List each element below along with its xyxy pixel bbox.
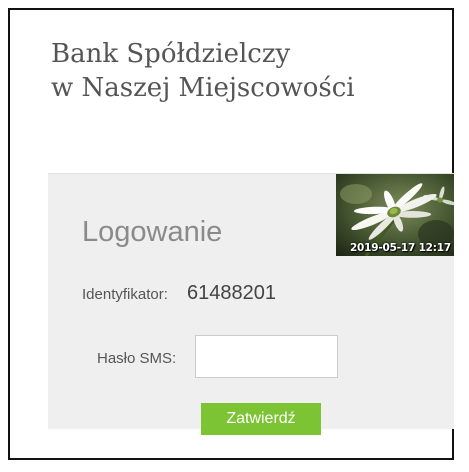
login-title: Logowanie [82, 216, 223, 248]
bank-name: Bank Spółdzielczy w Naszej Miejscowości [51, 37, 355, 105]
submit-button[interactable]: Zatwierdź [201, 403, 321, 435]
sms-password-label: Hasło SMS: [97, 350, 177, 367]
bank-name-line2: w Naszej Miejscowości [51, 73, 355, 103]
identifier-label: Identyfikator: [82, 286, 168, 303]
login-page-frame: Bank Spółdzielczy w Naszej Miejscowości [8, 8, 454, 460]
identifier-value: 61488201 [187, 282, 276, 304]
sms-password-input[interactable] [195, 335, 338, 378]
login-panel: 2019-05-17 12:17 Logowanie Identyfikator… [48, 173, 454, 435]
bank-name-line1: Bank Spółdzielczy [51, 39, 291, 69]
photo-timestamp: 2019-05-17 12:17 [349, 242, 451, 254]
daisy-flower-photo: 2019-05-17 12:17 [336, 174, 454, 256]
